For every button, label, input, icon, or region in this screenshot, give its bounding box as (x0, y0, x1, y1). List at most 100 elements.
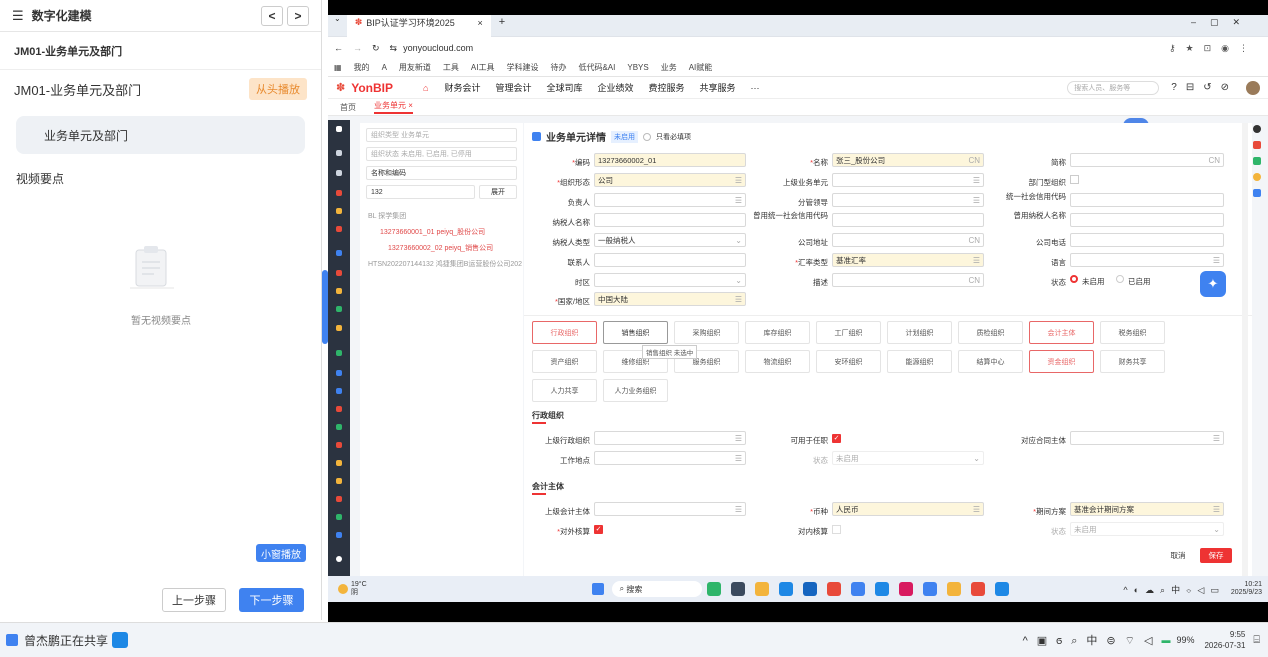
taxpayer-type-select[interactable]: 一般纳税人 ⌄ (594, 233, 746, 247)
nav-icon-3[interactable] (336, 190, 342, 196)
tree-node-2[interactable]: 13273660002_02 peiyq_销售公司 (368, 241, 523, 257)
org-btn-inventory[interactable]: 库存组织 (745, 321, 810, 344)
filter-org-type[interactable]: 组织类型 业务单元 (366, 128, 517, 142)
tool-icon-4[interactable] (1253, 173, 1261, 181)
site-info-icon[interactable]: ⇆ (390, 43, 398, 54)
tab-home[interactable]: 首页 (340, 102, 356, 113)
folder-icon[interactable] (754, 582, 769, 596)
ext-acct-checkbox[interactable]: ✓ (594, 525, 603, 534)
mini-play-button[interactable]: 小窗播放 (256, 544, 306, 562)
app-grid-icon[interactable]: ✽ (336, 81, 345, 94)
new-tab-button[interactable]: + (499, 16, 505, 28)
int-acct-checkbox[interactable] (832, 525, 841, 534)
contract-field[interactable]: ☰ (1070, 431, 1224, 445)
prev-step-button[interactable]: 上一步骤 (162, 588, 226, 612)
org-btn-sales[interactable]: 销售组织 (603, 321, 668, 344)
replay-button[interactable]: 从头播放 (249, 78, 307, 100)
app-logo[interactable]: YonBIP (351, 81, 393, 95)
nav-icon-11[interactable] (336, 350, 342, 356)
up-acct-field[interactable]: ☰ (594, 502, 746, 516)
nav-icon-17[interactable] (336, 460, 342, 466)
cancel-button[interactable]: 取消 (1164, 548, 1192, 563)
nav-icon-12[interactable] (336, 370, 342, 376)
notification-icon[interactable]: ⌸ (1253, 634, 1260, 647)
up-admin-field[interactable]: ☰ (594, 431, 746, 445)
nav-icon-13[interactable] (336, 388, 342, 394)
org-btn-purchase[interactable]: 采购组织 (674, 321, 739, 344)
app-icon-6[interactable] (898, 582, 913, 596)
bookmark-4[interactable]: AI工具 (471, 62, 495, 73)
toolbar-icons[interactable]: ⚷★⊡◉⋮ (1169, 43, 1258, 54)
desc-field[interactable]: CN (832, 273, 984, 287)
dept-org-checkbox[interactable] (1070, 175, 1079, 184)
abbr-field[interactable]: CN (1070, 153, 1224, 167)
menu-mgmt[interactable]: 管理会计 (495, 81, 531, 94)
avatar[interactable] (1246, 80, 1260, 95)
org-btn-safety[interactable]: 安环组织 (816, 350, 881, 373)
old-taxpayer-field[interactable] (1070, 213, 1224, 227)
org-btn-fin-share[interactable]: 财务共享 (1100, 350, 1165, 373)
window-controls[interactable]: –▢✕ (1191, 17, 1254, 28)
nav-icon-15[interactable] (336, 424, 342, 430)
nav-icon-7[interactable] (336, 270, 342, 276)
menu-perf[interactable]: 企业绩效 (597, 81, 633, 94)
org-btn-fund[interactable]: 资金组织 (1029, 350, 1094, 373)
nav-icon-9[interactable] (336, 306, 342, 312)
header-icons[interactable]: ?⊟↺⊘ (1171, 82, 1238, 93)
nav-icon-6[interactable] (336, 250, 342, 256)
org-btn-logistics[interactable]: 物流组织 (745, 350, 810, 373)
org-btn-accounting[interactable]: 会计主体 (1029, 321, 1094, 344)
name-field[interactable]: 张三_股份公司 CN (832, 153, 984, 167)
tool-icon-5[interactable] (1253, 189, 1261, 197)
global-search-input[interactable]: 搜索人员、服务等 (1067, 80, 1160, 95)
tree-node-3[interactable]: HTSN202207144132 鸿捷集团B运营股份公司202 (368, 257, 528, 273)
bookmark-6[interactable]: 待办 (550, 62, 566, 73)
app-icon-3[interactable] (802, 582, 817, 596)
host-app-icon[interactable] (112, 632, 129, 648)
nav-icon-20[interactable] (336, 514, 342, 520)
only-required-toggle[interactable] (643, 132, 651, 141)
old-usci-field[interactable] (832, 213, 984, 227)
tab-business-unit[interactable]: 业务单元 × (374, 100, 413, 114)
tree-node-root[interactable]: BL 探学集团 (368, 209, 523, 225)
save-button[interactable]: 保存 (1200, 548, 1232, 563)
code-field[interactable]: 13273660002_01 (594, 153, 746, 167)
vm-search-box[interactable]: ⌕ 搜索 (611, 581, 702, 597)
assistant-shield-icon[interactable]: ✦ (1200, 271, 1226, 297)
bookmark-1[interactable]: A (382, 63, 387, 72)
tool-icon-1[interactable] (1253, 125, 1261, 133)
parent-unit-field[interactable]: ☰ (832, 173, 984, 187)
rate-type-field[interactable]: 基准汇率 ☰ (832, 253, 984, 267)
app-icon-9[interactable] (970, 582, 985, 596)
workplace-field[interactable]: ☰ (594, 451, 746, 465)
edge-icon[interactable] (778, 582, 793, 596)
menu-treasury[interactable]: 全球司库 (546, 81, 582, 94)
leader-field[interactable]: ☰ (594, 193, 746, 207)
org-btn-plan[interactable]: 计划组织 (887, 321, 952, 344)
apps-icon[interactable]: ▦ (334, 63, 342, 72)
nav-icon-14[interactable] (336, 406, 342, 412)
app-icon-8[interactable] (946, 582, 961, 596)
bookmark-8[interactable]: YBYS (627, 63, 648, 72)
chrome-icon[interactable] (826, 582, 841, 596)
app-icon-2[interactable] (730, 582, 745, 596)
phone-field[interactable] (1070, 233, 1224, 247)
nav-icon-4[interactable] (336, 208, 342, 214)
nav-icon-18[interactable] (336, 478, 342, 484)
nav-icon-16[interactable] (336, 442, 342, 448)
prev-arrow-button[interactable]: < (261, 5, 283, 26)
nav-icon-1[interactable] (336, 150, 342, 156)
vm-tray-icons[interactable]: ^◐☁⌕中⌔◁▭ (1123, 583, 1224, 596)
state-radio-off[interactable] (1070, 275, 1078, 283)
nav-icon-10[interactable] (336, 325, 342, 331)
tree-node-1[interactable]: 13273660001_01 peiyq_股份公司 (368, 225, 523, 241)
app-icon-4[interactable] (850, 582, 865, 596)
forward-icon[interactable]: → (353, 43, 362, 53)
bookmark-9[interactable]: 业务 (661, 62, 677, 73)
bookmark-10[interactable]: AI赋能 (689, 62, 713, 73)
tool-icon-3[interactable] (1253, 157, 1261, 165)
org-btn-admin[interactable]: 行政组织 (532, 321, 597, 344)
nav-icon-5[interactable] (336, 226, 342, 232)
manager-field[interactable]: ☰ (832, 193, 984, 207)
start-icon[interactable] (591, 583, 604, 595)
